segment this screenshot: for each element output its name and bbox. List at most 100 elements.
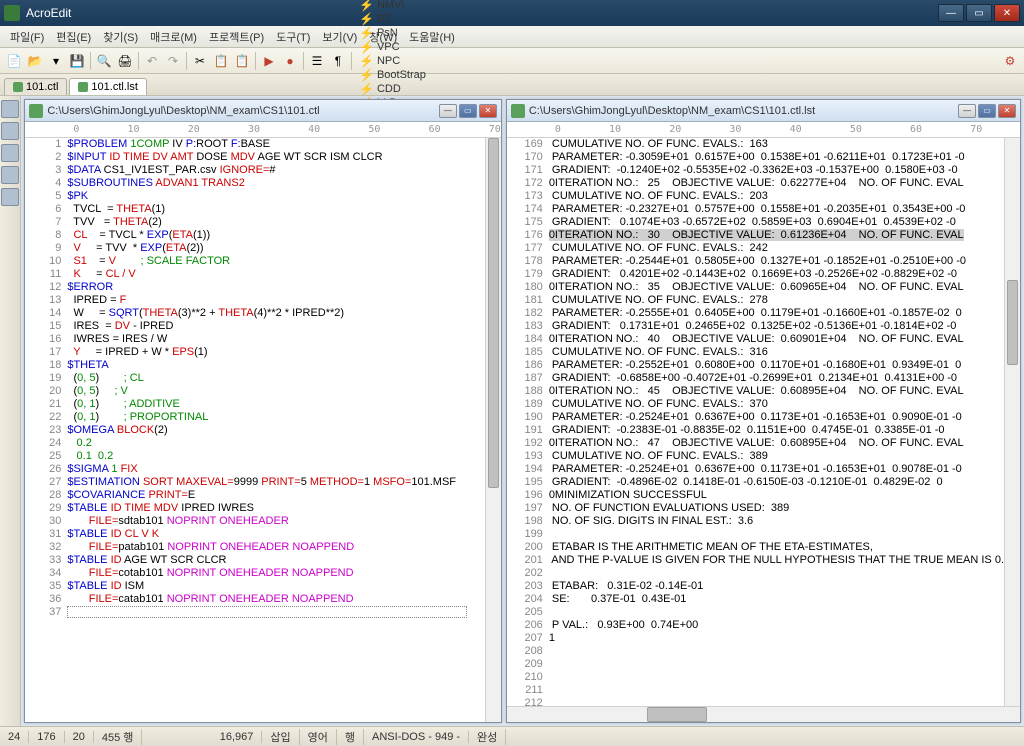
side-tool-3[interactable] [1, 144, 19, 162]
separator [90, 52, 91, 70]
toolbar-action-vpc[interactable]: ⚡VPC [355, 40, 430, 54]
status-totlines: 455 행 [94, 729, 143, 745]
open-file-icon[interactable]: 📂 [25, 51, 45, 71]
bolt-icon: ⚡ [359, 40, 374, 54]
left-pane-titlebar: C:\Users\GhimJongLyul\Desktop\NM_exam\CS… [25, 100, 500, 122]
scrollbar-vertical[interactable] [1004, 138, 1020, 706]
separator [186, 52, 187, 70]
menu-item[interactable]: 파일(F) [4, 27, 50, 47]
right-code[interactable]: CUMULATIVE NO. OF FUNC. EVALS.: 163 PARA… [549, 138, 1004, 706]
workspace: C:\Users\GhimJongLyul\Desktop\NM_exam\CS… [0, 96, 1024, 726]
pane-close-button[interactable]: ✕ [998, 104, 1016, 118]
status-enc: ANSI-DOS - 949 - [364, 731, 469, 743]
status-sel: 20 [65, 731, 94, 743]
right-pane-titlebar: C:\Users\GhimJongLyul\Desktop\NM_exam\CS… [507, 100, 1020, 122]
toolbar-action-cdd[interactable]: ⚡CDD [355, 82, 430, 96]
left-pane: C:\Users\GhimJongLyul\Desktop\NM_exam\CS… [24, 99, 501, 723]
pane-min-button[interactable]: — [439, 104, 457, 118]
toolbar-end: ⚙ [1000, 51, 1020, 71]
pane-max-button[interactable]: ▭ [459, 104, 477, 118]
menu-item[interactable]: 찾기(S) [97, 27, 144, 47]
side-tool-5[interactable] [1, 188, 19, 206]
file-icon [511, 104, 525, 118]
cut-icon[interactable]: ✂ [190, 51, 210, 71]
bolt-icon: ⚡ [359, 54, 374, 68]
left-code[interactable]: $PROBLEM 1COMP IV P:ROOT F:BASE $INPUT I… [67, 138, 484, 722]
menu-item[interactable]: 매크로(M) [144, 27, 203, 47]
statusbar: 24 176 20 455 행 16,967 삽입 영어 행 ANSI-DOS … [0, 726, 1024, 746]
dropdown-icon[interactable]: ▾ [46, 51, 66, 71]
right-editor[interactable]: 169 170 171 172 173 174 175 176 177 178 … [507, 138, 1020, 706]
toolbar-action-nmvi[interactable]: ⚡NMVI [355, 0, 430, 12]
status-mode: 삽입 [262, 729, 299, 745]
tab[interactable]: 101.ctl [4, 78, 67, 95]
pane-min-button[interactable]: — [958, 104, 976, 118]
menubar: 파일(F)편집(E)찾기(S)매크로(M)프로젝트(P)도구(T)보기(V)창(… [0, 26, 1024, 48]
ruler: 0 10 20 30 40 50 60 70 [25, 122, 500, 138]
pane-max-button[interactable]: ▭ [978, 104, 996, 118]
titlebar: AcroEdit — ▭ ✕ [0, 0, 1024, 26]
scrollbar-vertical[interactable] [485, 138, 501, 722]
bolt-icon: ⚡ [359, 82, 374, 96]
undo-icon[interactable]: ↶ [142, 51, 162, 71]
list-icon[interactable]: ☰ [307, 51, 327, 71]
copy-icon[interactable]: 📋 [211, 51, 231, 71]
close-button[interactable]: ✕ [994, 4, 1020, 22]
toolbar-action-bootstrap[interactable]: ⚡BootStrap [355, 68, 430, 82]
pane-close-button[interactable]: ✕ [479, 104, 497, 118]
side-tool-2[interactable] [1, 122, 19, 140]
status-lang: 영어 [300, 729, 337, 745]
run-icon[interactable]: ▶ [259, 51, 279, 71]
bolt-icon: ⚡ [359, 26, 374, 40]
separator [138, 52, 139, 70]
settings-icon[interactable]: ⚙ [1000, 51, 1020, 71]
side-tool-4[interactable] [1, 166, 19, 184]
status-linemode: 행 [337, 729, 364, 745]
record-icon[interactable]: ● [280, 51, 300, 71]
window-buttons: — ▭ ✕ [938, 4, 1020, 22]
tab[interactable]: 101.ctl.lst [69, 78, 146, 95]
menu-item[interactable]: 도구(T) [270, 27, 316, 47]
toolbar-action-rt[interactable]: ⚡RT [355, 12, 430, 26]
left-pane-path: C:\Users\GhimJongLyul\Desktop\NM_exam\CS… [47, 105, 438, 117]
tabbar: 101.ctl101.ctl.lst [0, 74, 1024, 96]
status-state: 완성 [469, 729, 506, 745]
separator [303, 52, 304, 70]
side-tool-1[interactable] [1, 100, 19, 118]
separator [255, 52, 256, 70]
wrap-icon[interactable]: ¶ [328, 51, 348, 71]
status-bytes: 16,967 [142, 731, 262, 743]
tab-icon [78, 82, 88, 92]
left-gutter: 1 2 3 4 5 6 7 8 9 10 11 12 13 14 15 16 1… [25, 138, 67, 722]
save-icon[interactable]: 💾 [67, 51, 87, 71]
paste-icon[interactable]: 📋 [232, 51, 252, 71]
app-title: AcroEdit [26, 6, 938, 20]
separator [351, 52, 352, 70]
ruler: 0 10 20 30 40 50 60 70 [507, 122, 1020, 138]
file-icon [29, 104, 43, 118]
status-col: 24 [0, 731, 29, 743]
app-icon [4, 5, 20, 21]
left-editor[interactable]: 1 2 3 4 5 6 7 8 9 10 11 12 13 14 15 16 1… [25, 138, 500, 722]
right-pane: C:\Users\GhimJongLyul\Desktop\NM_exam\CS… [506, 99, 1021, 723]
new-file-icon[interactable]: 📄 [4, 51, 24, 71]
toolbar-action-psn[interactable]: ⚡PsN [355, 26, 430, 40]
print-preview-icon[interactable]: 🔍 [94, 51, 114, 71]
print-icon[interactable]: 🖨 [115, 51, 135, 71]
minimize-button[interactable]: — [938, 4, 964, 22]
bolt-icon: ⚡ [359, 12, 374, 26]
right-pane-path: C:\Users\GhimJongLyul\Desktop\NM_exam\CS… [529, 105, 958, 117]
bolt-icon: ⚡ [359, 0, 374, 12]
menu-item[interactable]: 편집(E) [50, 27, 97, 47]
sidebar [0, 96, 21, 726]
toolbar: 📄 📂 ▾ 💾 🔍 🖨 ↶ ↷ ✂ 📋 📋 ▶ ● ☰ ¶ ⚡NMVI2⚡NMV… [0, 48, 1024, 74]
maximize-button[interactable]: ▭ [966, 4, 992, 22]
tab-icon [13, 82, 23, 92]
panes: C:\Users\GhimJongLyul\Desktop\NM_exam\CS… [21, 96, 1024, 726]
menu-item[interactable]: 프로젝트(P) [203, 27, 270, 47]
scrollbar-horizontal[interactable] [507, 706, 1020, 722]
toolbar-action-npc[interactable]: ⚡NPC [355, 54, 430, 68]
redo-icon[interactable]: ↷ [163, 51, 183, 71]
status-line: 176 [29, 731, 64, 743]
bolt-icon: ⚡ [359, 68, 374, 82]
